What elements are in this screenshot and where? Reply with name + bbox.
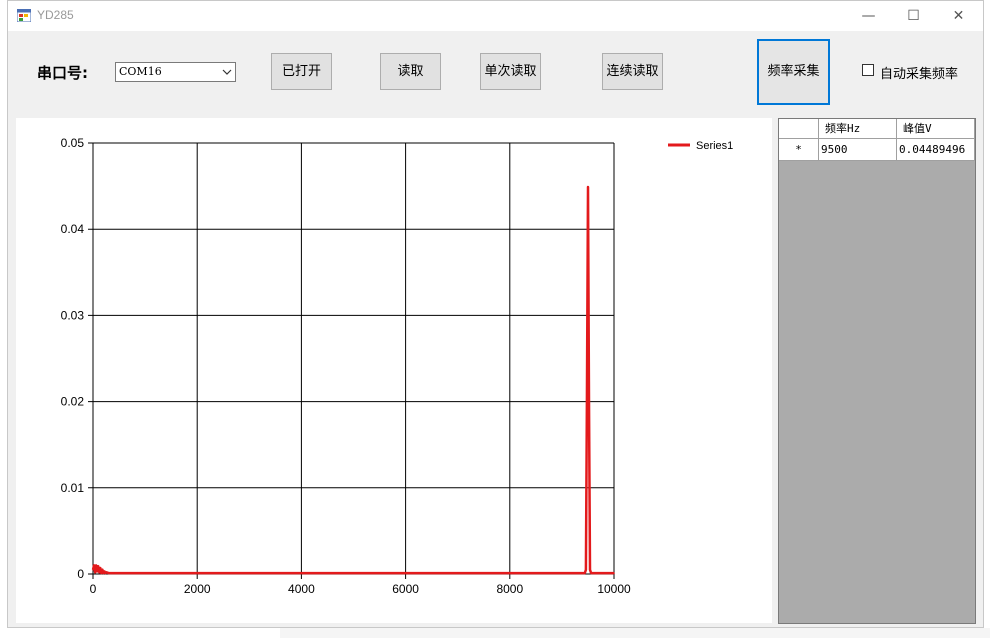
app-window: YD285 — ☐ ✕ 串口号: COM16 已打开 读取 单次读取 连续读取 … bbox=[7, 0, 984, 628]
port-select-value: COM16 bbox=[119, 65, 162, 78]
data-point bbox=[100, 572, 103, 574]
data-point bbox=[196, 572, 198, 574]
close-button[interactable]: ✕ bbox=[936, 1, 981, 31]
x-tick-label: 0 bbox=[90, 582, 97, 596]
data-point bbox=[92, 568, 94, 571]
app-icon bbox=[17, 9, 31, 22]
data-point bbox=[99, 567, 102, 569]
port-select[interactable]: COM16 bbox=[115, 62, 236, 82]
data-point bbox=[590, 572, 592, 574]
data-point bbox=[102, 572, 105, 574]
data-point bbox=[561, 572, 563, 574]
window-title: YD285 bbox=[37, 8, 74, 22]
data-point bbox=[584, 572, 586, 574]
background-strip bbox=[280, 628, 990, 638]
chevron-down-icon bbox=[222, 69, 232, 75]
data-point bbox=[94, 571, 96, 574]
data-point bbox=[95, 564, 97, 567]
grid-cell-peak[interactable]: 0.04489496 bbox=[897, 139, 975, 161]
data-point bbox=[585, 568, 587, 571]
y-tick-label: 0.03 bbox=[61, 308, 85, 322]
minimize-button[interactable]: — bbox=[846, 1, 891, 31]
data-point bbox=[586, 400, 588, 403]
continuous-read-button[interactable]: 连续读取 bbox=[602, 53, 663, 90]
x-tick-label: 6000 bbox=[392, 582, 419, 596]
data-point bbox=[248, 572, 251, 574]
data-point bbox=[103, 570, 106, 573]
data-point bbox=[144, 572, 146, 574]
grid-corner-header bbox=[779, 119, 819, 139]
data-point bbox=[105, 571, 108, 574]
x-tick-label: 4000 bbox=[288, 582, 315, 596]
title-bar: YD285 — ☐ ✕ bbox=[8, 1, 983, 31]
data-point bbox=[97, 565, 100, 568]
y-tick-label: 0.01 bbox=[61, 481, 85, 495]
data-point bbox=[456, 572, 459, 574]
x-tick-label: 8000 bbox=[496, 582, 523, 596]
grid-column-header-freq[interactable]: 频率Hz bbox=[819, 119, 897, 139]
grid-row-header[interactable]: * bbox=[779, 139, 819, 161]
data-point bbox=[509, 572, 511, 574]
data-point bbox=[98, 571, 101, 574]
legend-label: Series1 bbox=[696, 140, 733, 152]
read-button[interactable]: 读取 bbox=[380, 53, 441, 90]
chart-panel: 0 2000 4000 6000 8000 10000 0 0.01 0.02 0.03 0.04 0… bbox=[16, 118, 772, 623]
data-point bbox=[589, 568, 591, 571]
data-point bbox=[93, 564, 95, 567]
maximize-button[interactable]: ☐ bbox=[891, 1, 936, 31]
checkbox-box[interactable] bbox=[862, 64, 874, 76]
y-tick-label: 0 bbox=[77, 567, 84, 581]
data-point bbox=[587, 186, 589, 188]
spectrum-chart: 0 2000 4000 6000 8000 10000 0 0.01 0.02 0.03 0.04 0… bbox=[61, 136, 734, 596]
y-tick-label: 0.04 bbox=[61, 222, 85, 236]
data-grid[interactable]: 频率Hz 峰值V * 9500 0.04489496 bbox=[778, 118, 976, 624]
data-point bbox=[113, 572, 115, 574]
y-tick-label: 0.05 bbox=[61, 136, 85, 150]
data-point bbox=[404, 572, 407, 574]
open-button[interactable]: 已打开 bbox=[271, 53, 332, 90]
data-point bbox=[96, 570, 98, 573]
x-tick-label: 10000 bbox=[597, 582, 631, 596]
grid-cell-freq[interactable]: 9500 bbox=[819, 139, 897, 161]
data-point bbox=[588, 400, 590, 403]
data-point bbox=[107, 572, 110, 574]
data-point bbox=[300, 572, 303, 574]
port-label: 串口号: bbox=[37, 64, 88, 82]
x-tick-label: 2000 bbox=[184, 582, 211, 596]
series-line bbox=[91, 185, 614, 575]
data-point bbox=[101, 568, 104, 571]
grid-column-header-peak[interactable]: 峰值V bbox=[897, 119, 975, 139]
auto-collect-label: 自动采集频率 bbox=[880, 67, 959, 82]
y-tick-label: 0.02 bbox=[61, 395, 85, 409]
single-read-button[interactable]: 单次读取 bbox=[480, 53, 541, 90]
freq-collect-button[interactable]: 频率采集 bbox=[757, 39, 830, 105]
data-point bbox=[352, 572, 355, 574]
data-point bbox=[613, 572, 615, 574]
